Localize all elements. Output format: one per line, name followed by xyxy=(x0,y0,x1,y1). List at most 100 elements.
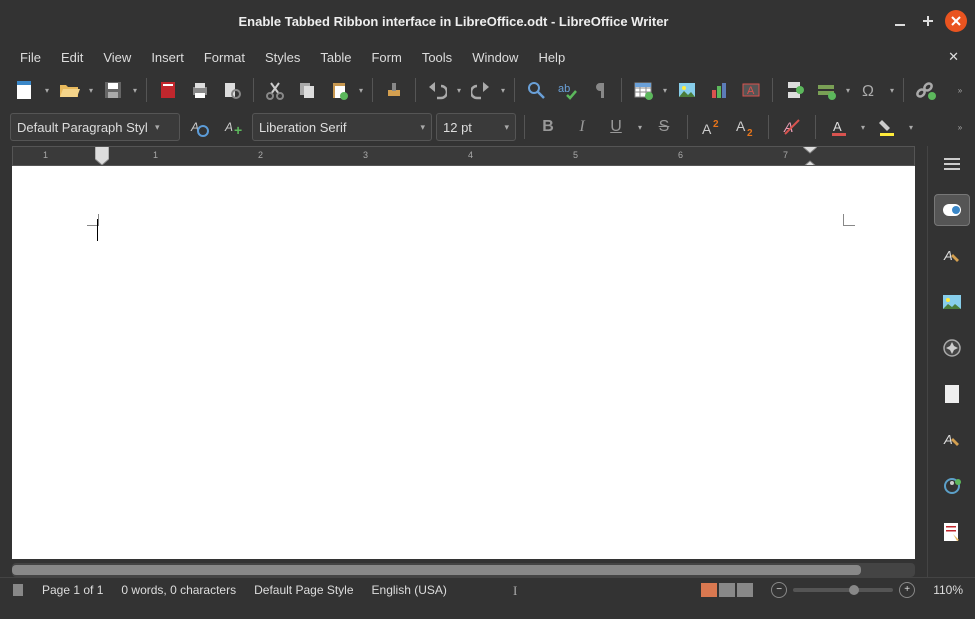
sidebar: A A xyxy=(927,146,975,577)
insert-table-icon[interactable] xyxy=(628,75,658,105)
horizontal-ruler[interactable]: 1 1 2 3 4 5 6 7 xyxy=(12,146,915,166)
italic-icon[interactable]: I xyxy=(567,112,597,142)
font-size-combo[interactable]: 12 pt ▾ xyxy=(436,113,516,141)
new-document-icon[interactable] xyxy=(10,75,40,105)
sidebar-manage-changes-icon[interactable] xyxy=(934,516,970,548)
clear-formatting-icon[interactable]: A xyxy=(777,112,807,142)
maximize-button[interactable] xyxy=(917,10,939,32)
close-document-icon[interactable]: ✕ xyxy=(942,44,965,70)
menubar: File Edit View Insert Format Styles Tabl… xyxy=(0,42,975,72)
insert-hyperlink-icon[interactable] xyxy=(910,75,940,105)
underline-icon[interactable]: U xyxy=(601,112,631,142)
undo-dropdown[interactable]: ▾ xyxy=(454,75,464,105)
status-page-style[interactable]: Default Page Style xyxy=(254,583,353,597)
menu-tools[interactable]: Tools xyxy=(412,45,462,70)
copy-icon[interactable] xyxy=(292,75,322,105)
paragraph-style-combo[interactable]: Default Paragraph Style ▾ xyxy=(10,113,180,141)
font-color-icon[interactable]: A xyxy=(824,112,854,142)
scrollbar-thumb[interactable] xyxy=(12,565,861,575)
menu-table[interactable]: Table xyxy=(310,45,361,70)
close-button[interactable] xyxy=(945,10,967,32)
find-replace-icon[interactable] xyxy=(521,75,551,105)
zoom-in-button[interactable]: + xyxy=(899,582,915,598)
save-status-icon xyxy=(12,583,24,597)
minimize-button[interactable] xyxy=(889,10,911,32)
menu-format[interactable]: Format xyxy=(194,45,255,70)
symbol-dropdown[interactable]: ▾ xyxy=(887,75,897,105)
open-dropdown[interactable]: ▾ xyxy=(86,75,96,105)
highlight-color-icon[interactable] xyxy=(872,112,902,142)
sidebar-styles-icon[interactable]: A xyxy=(934,240,970,272)
formatting-toolbar: Default Paragraph Style ▾ A A+ Liberatio… xyxy=(0,108,975,146)
sidebar-gallery-icon[interactable] xyxy=(934,286,970,318)
formatting-marks-icon[interactable] xyxy=(585,75,615,105)
svg-text:A: A xyxy=(224,120,233,134)
clone-formatting-icon[interactable] xyxy=(379,75,409,105)
save-icon[interactable] xyxy=(98,75,128,105)
paste-icon[interactable] xyxy=(324,75,354,105)
table-dropdown[interactable]: ▾ xyxy=(660,75,670,105)
new-style-icon[interactable]: A+ xyxy=(218,112,248,142)
menu-edit[interactable]: Edit xyxy=(51,45,93,70)
status-page[interactable]: Page 1 of 1 xyxy=(42,583,103,597)
document-area: 1 1 2 3 4 5 6 7 xyxy=(0,146,927,577)
font-name-value: Liberation Serif xyxy=(259,120,346,135)
menu-help[interactable]: Help xyxy=(528,45,575,70)
save-dropdown[interactable]: ▾ xyxy=(130,75,140,105)
sidebar-properties-icon[interactable] xyxy=(934,194,970,226)
highlight-dropdown[interactable]: ▾ xyxy=(906,112,916,142)
menu-insert[interactable]: Insert xyxy=(141,45,194,70)
superscript-icon[interactable]: A2 xyxy=(696,112,726,142)
export-pdf-icon[interactable] xyxy=(153,75,183,105)
formatbar-overflow[interactable]: » xyxy=(955,112,965,142)
status-zoom[interactable]: 110% xyxy=(933,583,963,597)
font-name-combo[interactable]: Liberation Serif ▾ xyxy=(252,113,432,141)
standard-toolbar: ▾ ▾ ▾ ▾ ▾ ▾ ab ▾ A ▾ Ω ▾ » xyxy=(0,72,975,108)
cut-icon[interactable] xyxy=(260,75,290,105)
undo-icon[interactable] xyxy=(422,75,452,105)
horizontal-scrollbar[interactable] xyxy=(12,563,915,577)
paste-dropdown[interactable]: ▾ xyxy=(356,75,366,105)
sidebar-menu-icon[interactable] xyxy=(934,148,970,180)
sidebar-navigator-icon[interactable] xyxy=(934,332,970,364)
document-page[interactable] xyxy=(12,166,915,559)
zoom-slider[interactable] xyxy=(793,588,893,592)
status-language[interactable]: English (USA) xyxy=(372,583,447,597)
insert-page-break-icon[interactable] xyxy=(779,75,809,105)
print-preview-icon[interactable] xyxy=(217,75,247,105)
strikethrough-icon[interactable]: S xyxy=(649,112,679,142)
sidebar-accessibility-icon[interactable] xyxy=(934,470,970,502)
bold-icon[interactable]: B xyxy=(533,112,563,142)
update-style-icon[interactable]: A xyxy=(184,112,214,142)
sidebar-style-inspector-icon[interactable]: A xyxy=(934,424,970,456)
font-color-dropdown[interactable]: ▾ xyxy=(858,112,868,142)
status-words[interactable]: 0 words, 0 characters xyxy=(121,583,236,597)
redo-dropdown[interactable]: ▾ xyxy=(498,75,508,105)
insert-textbox-icon[interactable]: A xyxy=(736,75,766,105)
zoom-out-button[interactable]: − xyxy=(771,582,787,598)
menu-form[interactable]: Form xyxy=(361,45,411,70)
toolbar-overflow[interactable]: » xyxy=(955,75,965,105)
underline-dropdown[interactable]: ▾ xyxy=(635,112,645,142)
titlebar: Enable Tabbed Ribbon interface in LibreO… xyxy=(0,0,975,42)
print-icon[interactable] xyxy=(185,75,215,105)
new-dropdown[interactable]: ▾ xyxy=(42,75,52,105)
insert-symbol-icon[interactable]: Ω xyxy=(855,75,885,105)
menu-file[interactable]: File xyxy=(10,45,51,70)
statusbar: Page 1 of 1 0 words, 0 characters Defaul… xyxy=(0,577,975,601)
view-layout-buttons[interactable] xyxy=(701,583,753,597)
redo-icon[interactable] xyxy=(466,75,496,105)
menu-window[interactable]: Window xyxy=(462,45,528,70)
spellcheck-icon[interactable]: ab xyxy=(553,75,583,105)
insert-field-icon[interactable] xyxy=(811,75,841,105)
sidebar-page-icon[interactable] xyxy=(934,378,970,410)
open-icon[interactable] xyxy=(54,75,84,105)
insert-image-icon[interactable] xyxy=(672,75,702,105)
menu-styles[interactable]: Styles xyxy=(255,45,310,70)
subscript-icon[interactable]: A2 xyxy=(730,112,760,142)
field-dropdown[interactable]: ▾ xyxy=(843,75,853,105)
font-size-value: 12 pt xyxy=(443,120,472,135)
status-selection-mode[interactable]: I xyxy=(513,583,525,597)
menu-view[interactable]: View xyxy=(93,45,141,70)
insert-chart-icon[interactable] xyxy=(704,75,734,105)
